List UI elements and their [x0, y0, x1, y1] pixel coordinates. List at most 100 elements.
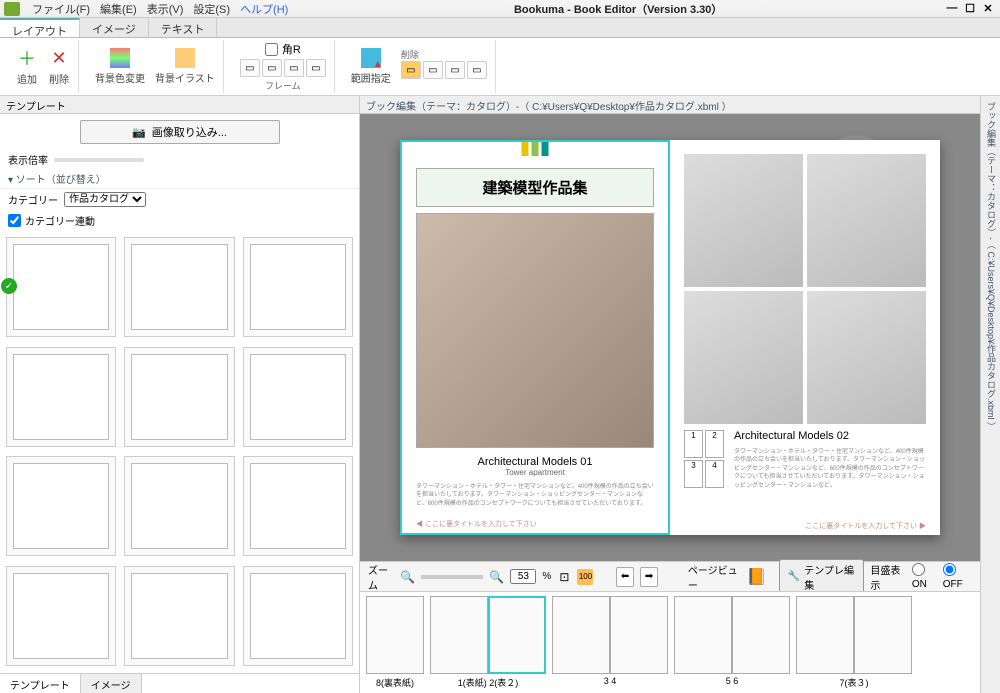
template-thumb[interactable] [6, 347, 116, 447]
template-thumb[interactable] [243, 566, 353, 666]
template-thumb[interactable] [6, 566, 116, 666]
check-icon: ✓ [1, 278, 17, 294]
bgcolor-button[interactable]: 背景色変更 [95, 48, 145, 85]
tab-text[interactable]: テキスト [149, 18, 218, 37]
sort-row[interactable]: ▾ ソート（並び替え） [0, 169, 359, 189]
frame-btn-1[interactable]: ▭ [240, 59, 260, 77]
sidebar-tab-image[interactable]: イメージ [81, 674, 142, 693]
range-button[interactable]: ▲範囲指定 [351, 48, 391, 85]
page-image-1[interactable] [684, 154, 803, 287]
page-left[interactable]: 建築模型作品集 Architectural Models 01 Tower ap… [400, 140, 670, 535]
template-thumb[interactable] [124, 347, 234, 447]
template-thumb[interactable] [243, 456, 353, 556]
tab-image[interactable]: イメージ [80, 18, 149, 37]
template-thumb[interactable] [6, 456, 116, 556]
page-footer-left[interactable]: ◀ ここに裏タイトルを入力して下さい [416, 519, 537, 529]
thumb-page[interactable] [488, 596, 546, 674]
template-thumb[interactable] [243, 237, 353, 337]
thumb-page[interactable] [366, 596, 424, 674]
cell-4: 4 [705, 460, 724, 488]
frame-btn-2[interactable]: ▭ [262, 59, 282, 77]
close-icon[interactable]: ✕ [980, 2, 996, 15]
thumb-page[interactable] [674, 596, 732, 674]
del-btn-2[interactable]: ▭ [423, 61, 443, 79]
template-thumb[interactable] [124, 237, 234, 337]
maximize-icon[interactable]: ☐ [962, 2, 978, 15]
canvas[interactable]: 建築模型作品集 Architectural Models 01 Tower ap… [360, 114, 980, 561]
thumb-label: 3 4 [604, 676, 617, 686]
thumb-item[interactable]: 1(表紙) 2(表２) [430, 596, 546, 689]
page-title[interactable]: 建築模型作品集 [416, 168, 654, 207]
zoom-label: 表示倍率 [8, 152, 48, 167]
guide-label: 目盛表示 [870, 562, 906, 592]
menu-edit[interactable]: 編集(E) [96, 0, 141, 18]
prev-page-button[interactable]: ⬅ [616, 567, 634, 587]
zoom-fit-icon[interactable]: ⊡ [557, 569, 571, 585]
thumb-page[interactable] [732, 596, 790, 674]
vertical-tab[interactable]: ブック編集（テーマ：カタログ）-（ C:¥Users¥Q¥Desktop¥作品カ… [980, 96, 1000, 693]
frame-btn-3[interactable]: ▭ [284, 59, 304, 77]
template-thumb[interactable] [124, 456, 234, 556]
page-r-subtitle[interactable]: Architectural Models 02 [734, 430, 926, 442]
minimize-icon[interactable]: — [944, 2, 960, 15]
frame-btn-4[interactable]: ▭ [306, 59, 326, 77]
template-thumb[interactable] [243, 347, 353, 447]
add-button[interactable]: ＋追加 [16, 47, 38, 86]
guide-on[interactable]: ON [912, 563, 937, 590]
del-btn-4[interactable]: ▭ [467, 61, 487, 79]
guide-off[interactable]: OFF [943, 563, 972, 590]
thumb-page[interactable] [552, 596, 610, 674]
pagebiew-label: ページビュー [688, 562, 741, 592]
zoom-in-icon[interactable]: 🔍 [489, 569, 504, 585]
thumb-label: 8(裏表紙) [376, 676, 414, 689]
tab-layout[interactable]: レイアウト [0, 18, 80, 37]
page-subtitle[interactable]: Architectural Models 01 [416, 456, 654, 468]
delete-button[interactable]: ✕削除 [48, 47, 70, 86]
thumb-page[interactable] [796, 596, 854, 674]
zoom-slider[interactable] [54, 158, 144, 162]
page-description[interactable]: タワーマンション・ホテル・タワー・住宅マンションなど、400件規模の作品の立ち会… [416, 483, 654, 523]
category-select[interactable]: 作品カタログ [64, 192, 146, 207]
x-icon: ✕ [48, 47, 70, 69]
range-icon: ▲ [361, 48, 381, 68]
thumb-page[interactable] [430, 596, 488, 674]
bgillust-button[interactable]: 背景イラスト [155, 48, 215, 85]
page-subtitle2[interactable]: Tower apartment [416, 468, 654, 477]
sidebar: テンプレート 📷画像取り込み... 表示倍率 ▾ ソート（並び替え） カテゴリー… [0, 96, 360, 693]
thumb-page[interactable] [854, 596, 912, 674]
zoom-slider-editor[interactable] [421, 575, 483, 579]
thumb-item[interactable]: 5 6 [674, 596, 790, 689]
menu-settings[interactable]: 設定(S) [189, 0, 234, 18]
pagebiew-icon[interactable]: 📙 [747, 567, 767, 587]
menu-file[interactable]: ファイル(F) [28, 0, 94, 18]
thumb-item[interactable]: 7(表３) [796, 596, 912, 689]
page-footer-right[interactable]: ここに裏タイトルを入力して下さい ▶ [805, 521, 926, 531]
template-thumb[interactable] [124, 566, 234, 666]
page-image-4[interactable] [807, 291, 926, 424]
page-main-image[interactable] [416, 213, 654, 448]
del-btn-1[interactable]: ▭ [401, 61, 421, 79]
page-image-3[interactable] [684, 291, 803, 424]
page-image-2[interactable] [807, 154, 926, 287]
import-images-button[interactable]: 📷画像取り込み... [80, 120, 280, 144]
template-thumb[interactable]: ✓ [6, 237, 116, 337]
category-link-checkbox[interactable] [8, 214, 21, 227]
zoom-100-icon[interactable]: 100 [577, 569, 593, 585]
thumb-page[interactable] [610, 596, 668, 674]
edit-template-button[interactable]: 🔧テンプレ編集 [779, 559, 865, 595]
bgillust-icon [175, 48, 195, 68]
page-right[interactable]: 1 2 3 4 Architectural Models 02 タワーマンション… [670, 140, 940, 535]
template-grid: ✓ [0, 231, 359, 673]
next-page-button[interactable]: ➡ [640, 567, 658, 587]
page-r-description[interactable]: タワーマンション・ホテル・タワー・住宅マンションなど、400件規模の作品の立ち会… [734, 448, 926, 488]
zoom-out-icon[interactable]: 🔍 [400, 569, 415, 585]
menu-help[interactable]: ヘルプ(H) [236, 0, 292, 18]
zoom-input[interactable] [510, 569, 536, 584]
thumb-item[interactable]: 8(裏表紙) [366, 596, 424, 689]
cell-1: 1 [684, 430, 703, 458]
kadoR-checkbox[interactable] [265, 43, 278, 56]
thumb-item[interactable]: 3 4 [552, 596, 668, 689]
del-btn-3[interactable]: ▭ [445, 61, 465, 79]
menu-view[interactable]: 表示(V) [143, 0, 188, 18]
sidebar-tab-template[interactable]: テンプレート [0, 674, 81, 693]
